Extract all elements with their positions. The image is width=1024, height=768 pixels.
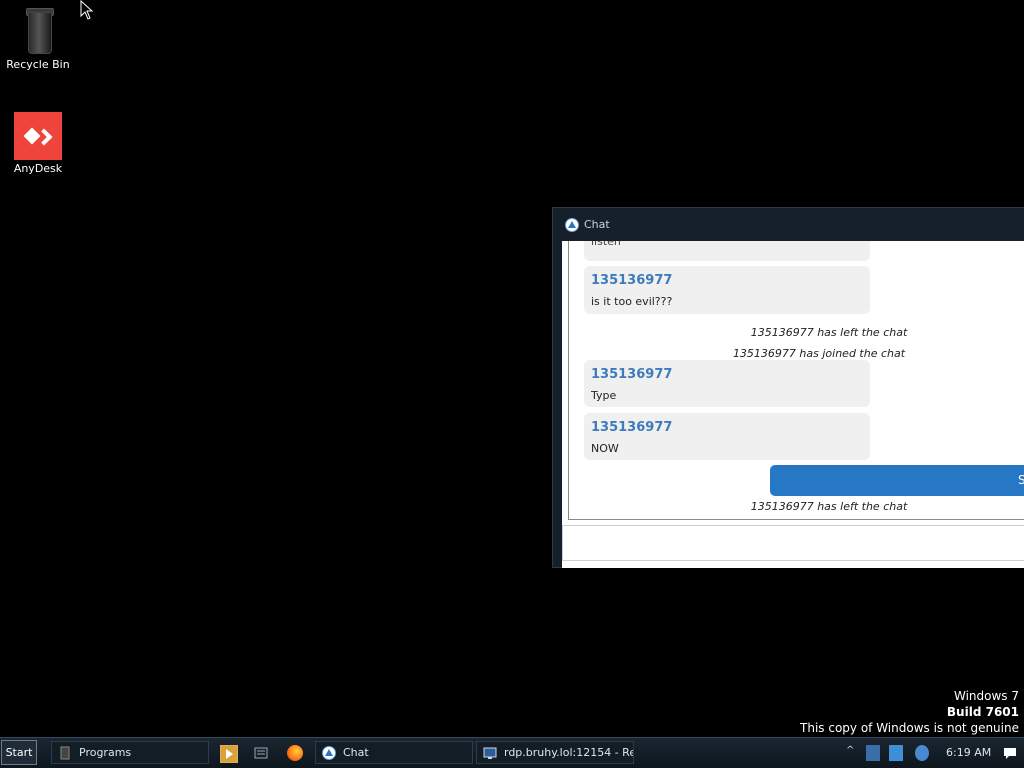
system-message: 135136977 has joined the chat [732, 347, 906, 360]
chat-titlebar[interactable]: Chat [553, 208, 1024, 241]
watermark-notice: This copy of Windows is not genuine [800, 721, 1019, 735]
message-username: 135136977 [591, 420, 673, 435]
remote-desktop-icon [483, 747, 497, 759]
file-explorer-icon[interactable] [253, 745, 269, 761]
network-icon[interactable] [889, 745, 903, 761]
system-message: 135136977 has left the chat [750, 500, 908, 513]
message-text: NOW [591, 442, 619, 455]
message-text: listen [591, 241, 621, 248]
own-chat-message: S [770, 465, 1024, 496]
taskbar-chat-button[interactable]: Chat [315, 741, 473, 764]
recycle-bin-shortcut[interactable]: Recycle Bin [0, 6, 76, 71]
chat-app-icon [322, 745, 336, 760]
chat-message: 135136977 Type [584, 360, 870, 407]
windows-genuine-watermark: Windows 7 Build 7601 This copy of Window… [800, 688, 1019, 736]
message-username: 135136977 [591, 367, 673, 382]
action-center-icon[interactable] [1003, 746, 1017, 760]
start-button[interactable]: Start [1, 740, 37, 765]
taskbar: Start Programs Chat rdp.bruhy.lol:12154 … [0, 737, 1024, 768]
recycle-bin-icon [18, 6, 58, 56]
chat-message: 135136977 NOW [584, 413, 870, 460]
chat-message: 135136977 is it too evil??? [584, 266, 870, 314]
taskbar-remote-desktop-button[interactable]: rdp.bruhy.lol:12154 - Re... [476, 741, 634, 764]
chat-body: listen 135136977 is it too evil??? 13513… [562, 241, 1024, 568]
chat-app-icon [565, 217, 579, 232]
watermark-build: Build 7601 [946, 705, 1019, 719]
anydesk-shortcut[interactable]: AnyDesk [0, 112, 76, 175]
system-message: 135136977 has left the chat [750, 326, 908, 339]
taskbar-clock[interactable]: 6:19 AM [946, 746, 991, 759]
message-text: is it too evil??? [591, 295, 673, 308]
chat-message-input[interactable] [562, 525, 1024, 561]
taskbar-chat-label: Chat [343, 746, 369, 759]
anydesk-label: AnyDesk [13, 162, 63, 175]
taskbar-rdp-label: rdp.bruhy.lol:12154 - Re... [504, 746, 634, 759]
chat-message: listen [584, 241, 870, 261]
anydesk-icon [14, 112, 62, 160]
message-username: 135136977 [591, 273, 673, 288]
chat-window-title: Chat [584, 218, 610, 231]
show-hidden-icons-chevron-icon[interactable]: ^ [846, 745, 854, 761]
message-text: Type [591, 389, 617, 402]
taskbar-programs-button[interactable]: Programs [51, 741, 209, 764]
chat-window[interactable]: Chat listen 135136977 is it too evil??? … [552, 207, 1024, 568]
taskbar-programs-label: Programs [79, 746, 132, 759]
programs-icon [60, 746, 70, 759]
firefox-icon[interactable] [287, 745, 303, 761]
chat-message-log[interactable]: listen 135136977 is it too evil??? 13513… [568, 241, 1024, 520]
mouse-cursor-icon [80, 0, 94, 20]
watermark-os: Windows 7 [953, 689, 1019, 703]
tray-app-icon[interactable] [866, 745, 880, 761]
media-player-icon[interactable] [220, 745, 238, 763]
tray-status-icon[interactable] [915, 745, 929, 761]
recycle-bin-label: Recycle Bin [6, 58, 70, 71]
